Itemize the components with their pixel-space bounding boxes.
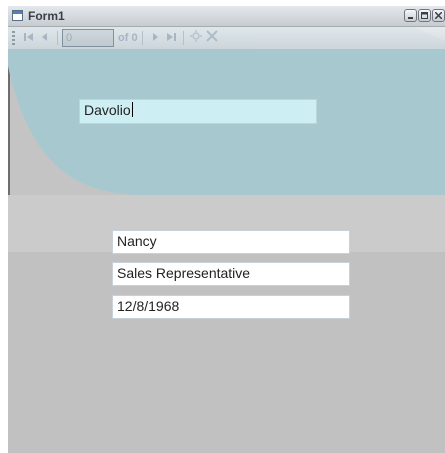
move-previous-icon xyxy=(42,33,47,41)
maximize-icon xyxy=(421,12,428,19)
close-icon xyxy=(435,12,442,19)
move-first-button[interactable] xyxy=(21,28,37,48)
binding-navigator: of 0 xyxy=(8,27,445,49)
toolbar-separator xyxy=(57,31,58,45)
move-next-button[interactable] xyxy=(147,28,163,48)
title-value: Sales Representative xyxy=(117,265,251,281)
window-title: Form1 xyxy=(28,9,65,23)
form-icon xyxy=(12,10,23,21)
move-last-icon xyxy=(166,33,176,41)
birth-date-value: 12/8/1968 xyxy=(117,298,180,314)
position-input[interactable] xyxy=(62,29,114,47)
window-buttons xyxy=(404,9,445,22)
last-name-value: Davolio xyxy=(84,102,131,118)
birth-date-textbox[interactable]: 12/8/1968 xyxy=(112,295,350,319)
add-new-icon xyxy=(189,30,202,42)
add-new-button[interactable] xyxy=(188,28,204,48)
move-previous-button[interactable] xyxy=(37,28,53,48)
toolbar-grip-icon[interactable] xyxy=(12,31,15,45)
count-label: of 0 xyxy=(118,32,138,44)
toolbar-separator xyxy=(141,31,143,45)
close-button[interactable] xyxy=(432,9,445,22)
delete-button[interactable] xyxy=(204,28,220,48)
title-textbox[interactable]: Sales Representative xyxy=(112,262,350,286)
move-next-icon xyxy=(152,33,158,41)
first-name-value: Nancy xyxy=(117,233,157,249)
first-name-textbox[interactable]: Nancy xyxy=(112,230,350,254)
move-last-button[interactable] xyxy=(163,28,179,48)
toolbar-separator xyxy=(182,31,184,45)
minimize-icon xyxy=(408,17,413,19)
form-window: Form1 of 0 xyxy=(8,6,445,453)
minimize-button[interactable] xyxy=(404,9,417,22)
text-caret xyxy=(131,102,133,117)
title-bar[interactable]: Form1 xyxy=(8,6,445,27)
delete-icon xyxy=(205,30,218,42)
move-first-icon xyxy=(24,33,33,41)
last-name-textbox[interactable]: Davolio xyxy=(79,99,317,124)
maximize-button[interactable] xyxy=(418,9,431,22)
